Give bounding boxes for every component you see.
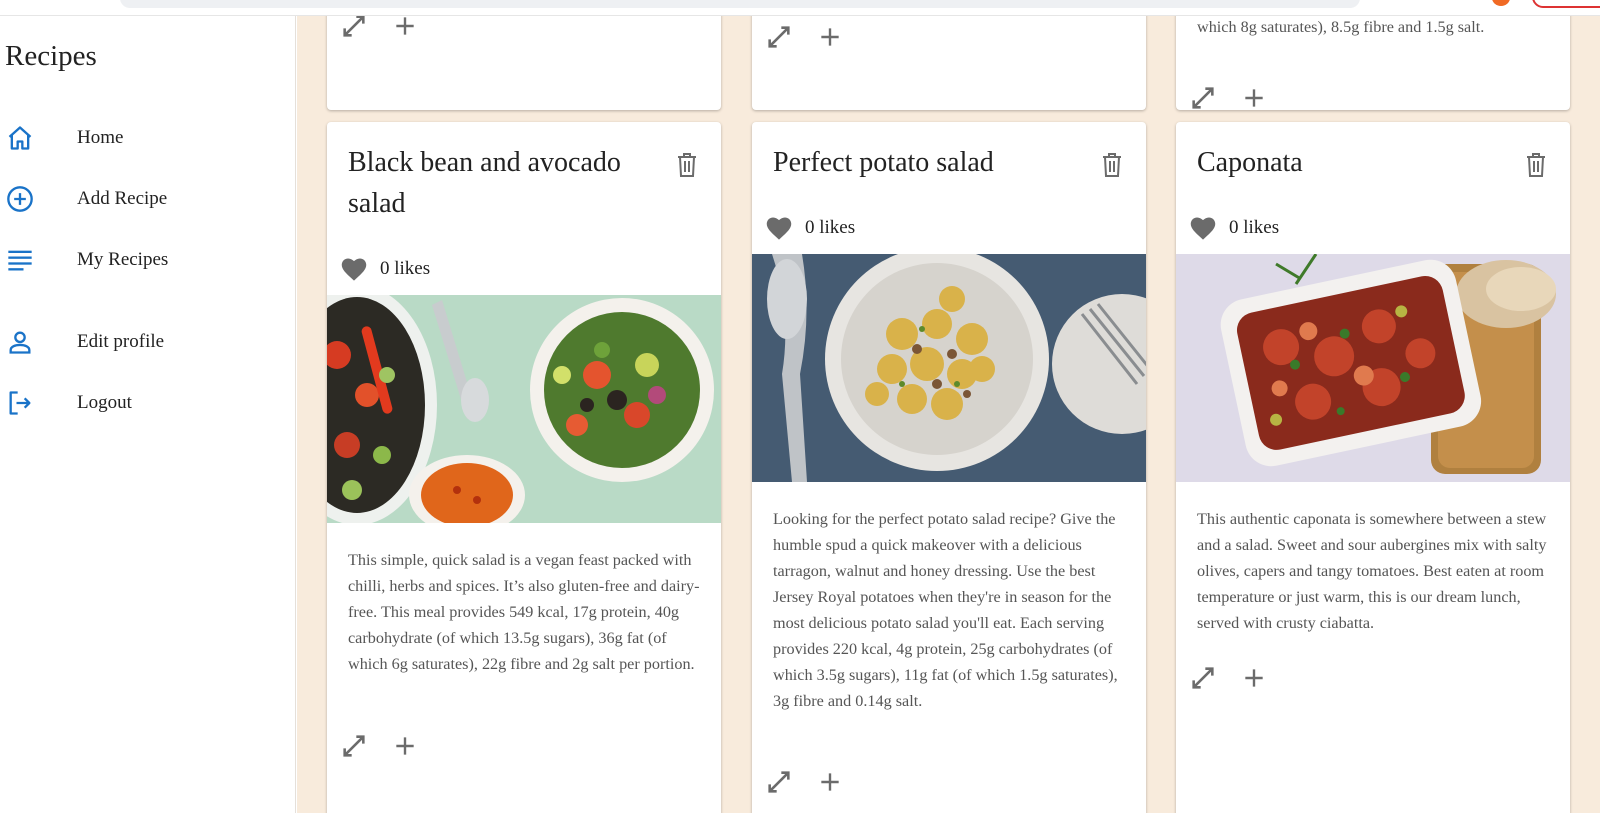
heart-icon[interactable] [1189,215,1217,241]
recipe-card [327,16,721,110]
expand-icon[interactable] [1189,84,1217,112]
sidebar-item-label: My Recipes [77,249,169,270]
card-actions [765,768,843,796]
recipe-card: Caponata 0 likes This authentic caponata… [1176,122,1570,813]
likes-row: 0 likes [765,213,855,243]
sidebar-item-edit-profile[interactable]: Edit profile [0,319,296,365]
expand-icon[interactable] [1189,664,1217,692]
likes-row: 0 likes [1189,213,1279,243]
recipe-title: Black bean and avocado salad [348,147,621,219]
expand-icon[interactable] [765,23,793,51]
sidebar-item-label: Logout [77,392,132,413]
recipe-grid: which 8g saturates), 8.5g fibre and 1.5g… [297,16,1600,813]
recipe-card [752,16,1146,110]
recipe-description: Looking for the perfect potato salad rec… [773,510,1118,710]
card-actions [765,23,843,51]
add-circle-icon [0,179,40,219]
add-icon[interactable] [392,16,418,39]
recipe-image[interactable] [752,254,1146,482]
recipe-image[interactable] [1176,254,1570,482]
likes-count: 0 likes [805,217,856,238]
home-icon [0,118,40,158]
sidebar-item-my-recipes[interactable]: My Recipes [0,237,296,283]
sidebar: Recipes Home Add Recipe My Recipes Edit … [0,16,296,813]
recipe-title: Caponata [1197,147,1303,178]
add-icon[interactable] [392,733,418,759]
sidebar-item-logout[interactable]: Logout [0,380,296,426]
likes-count: 0 likes [380,258,431,279]
card-actions [1189,664,1267,692]
card-actions [1189,84,1267,112]
likes-row: 0 likes [340,254,430,284]
logout-icon [0,383,40,423]
sidebar-item-label: Add Recipe [77,188,168,209]
sidebar-item-label: Home [77,127,124,148]
expand-icon[interactable] [340,16,368,40]
heart-icon[interactable] [340,256,368,282]
recipe-title: Perfect potato salad [773,147,994,178]
add-icon[interactable] [817,24,843,50]
add-icon[interactable] [1241,85,1267,111]
profile-button[interactable] [1532,0,1600,8]
address-bar[interactable] [120,0,1360,8]
extension-icon[interactable] [1492,0,1510,6]
browser-toolbar [0,0,1600,16]
add-icon[interactable] [1241,665,1267,691]
likes-count: 0 likes [1229,217,1280,238]
recipe-card: which 8g saturates), 8.5g fibre and 1.5g… [1176,16,1570,110]
recipe-image[interactable] [327,295,721,523]
expand-icon[interactable] [340,732,368,760]
delete-icon[interactable] [675,152,699,178]
list-icon [0,240,40,280]
card-actions [340,732,418,760]
add-icon[interactable] [817,769,843,795]
recipe-card: Perfect potato salad 0 likes Looking for… [752,122,1146,813]
heart-icon[interactable] [765,215,793,241]
person-icon [0,322,40,362]
sidebar-item-label: Edit profile [77,331,165,352]
app-title: Recipes [5,40,97,72]
sidebar-item-home[interactable]: Home [0,115,296,161]
card-actions [340,16,418,40]
recipe-description: This simple, quick salad is a vegan feas… [348,551,700,673]
recipe-description: which 8g saturates), 8.5g fibre and 1.5g… [1197,18,1485,36]
expand-icon[interactable] [765,768,793,796]
sidebar-item-add-recipe[interactable]: Add Recipe [0,176,296,222]
recipe-description: This authentic caponata is somewhere bet… [1197,510,1547,632]
delete-icon[interactable] [1100,152,1124,178]
recipe-card: Black bean and avocado salad 0 likes Thi… [327,122,721,813]
delete-icon[interactable] [1524,152,1548,178]
